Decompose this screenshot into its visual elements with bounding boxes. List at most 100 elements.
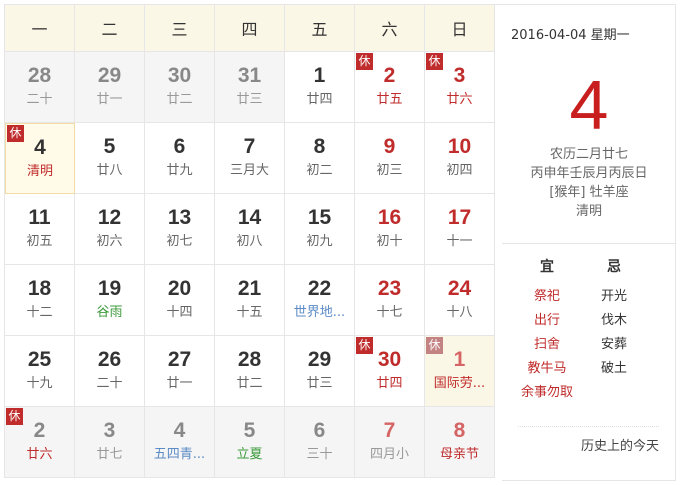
day-cell[interactable]: 21 十五 bbox=[215, 265, 285, 336]
ji-item: 破土 bbox=[600, 361, 627, 376]
day-cell[interactable]: 13 初七 bbox=[145, 194, 215, 265]
history-today-link[interactable]: 历史上的今天 bbox=[518, 426, 659, 454]
day-cell[interactable]: 休 4 清明 bbox=[5, 123, 75, 194]
lunar-label: 廿七 bbox=[96, 447, 123, 462]
yi-item: 出行 bbox=[533, 313, 560, 328]
lunar-label: 世界地... bbox=[293, 305, 346, 320]
lunar-label: 初三 bbox=[376, 163, 403, 178]
day-cell[interactable]: 8 母亲节 bbox=[425, 407, 495, 478]
selected-day-number: 4 bbox=[569, 66, 609, 144]
day-number: 9 bbox=[383, 135, 396, 158]
day-cell[interactable]: 14 初八 bbox=[215, 194, 285, 265]
lunar-label: 十八 bbox=[446, 305, 473, 320]
day-cell[interactable]: 18 十二 bbox=[5, 265, 75, 336]
day-cell[interactable]: 17 十一 bbox=[425, 194, 495, 265]
day-cell[interactable]: 3 廿七 bbox=[75, 407, 145, 478]
lunar-label: 十一 bbox=[446, 234, 473, 249]
day-number: 28 bbox=[27, 64, 52, 87]
yi-item: 扫舍 bbox=[533, 337, 560, 352]
day-cell[interactable]: 5 立夏 bbox=[215, 407, 285, 478]
day-number: 27 bbox=[167, 348, 192, 371]
lunar-info: 农历二月廿七 丙申年壬辰月丙辰日 [猴年] 牡羊座 清明 bbox=[502, 145, 676, 221]
day-cell[interactable]: 28 二十 bbox=[5, 52, 75, 123]
zodiac-info: [猴年] 牡羊座 bbox=[549, 185, 629, 200]
day-number: 29 bbox=[307, 348, 332, 371]
lunar-label: 廿五 bbox=[376, 92, 403, 107]
day-cell[interactable]: 1 廿四 bbox=[285, 52, 355, 123]
day-cell[interactable]: 5 廿八 bbox=[75, 123, 145, 194]
day-cell[interactable]: 29 廿一 bbox=[75, 52, 145, 123]
ji-list: 忌 开光 伐木 安葬 破土 bbox=[586, 255, 642, 381]
rest-day-badge: 休 bbox=[356, 337, 373, 354]
day-number: 21 bbox=[237, 277, 262, 300]
day-number: 19 bbox=[97, 277, 122, 300]
day-cell[interactable]: 7 四月小 bbox=[355, 407, 425, 478]
yi-item: 祭祀 bbox=[533, 289, 560, 304]
lunar-label: 十四 bbox=[166, 305, 193, 320]
day-cell[interactable]: 8 初二 bbox=[285, 123, 355, 194]
day-number: 26 bbox=[97, 348, 122, 371]
lunar-label: 四月小 bbox=[369, 447, 409, 462]
day-cell[interactable]: 15 初九 bbox=[285, 194, 355, 265]
lunar-label: 三月大 bbox=[229, 163, 269, 178]
weekday-label: 二 bbox=[75, 5, 145, 52]
day-detail-panel: 2016-04-04 星期一 4 农历二月廿七 丙申年壬辰月丙辰日 [猴年] 牡… bbox=[502, 4, 676, 481]
day-cell[interactable]: 24 十八 bbox=[425, 265, 495, 336]
day-cell[interactable]: 6 廿九 bbox=[145, 123, 215, 194]
day-cell[interactable]: 19 谷雨 bbox=[75, 265, 145, 336]
day-cell[interactable]: 4 五四青... bbox=[145, 407, 215, 478]
day-cell[interactable]: 30 廿二 bbox=[145, 52, 215, 123]
ji-item: 开光 bbox=[600, 289, 627, 304]
day-cell[interactable]: 11 初五 bbox=[5, 194, 75, 265]
day-cell[interactable]: 25 十九 bbox=[5, 336, 75, 407]
day-cell[interactable]: 29 廿三 bbox=[285, 336, 355, 407]
lunar-label: 清明 bbox=[26, 164, 53, 179]
weekday-label: 四 bbox=[215, 5, 285, 52]
day-cell[interactable]: 12 初六 bbox=[75, 194, 145, 265]
day-number: 22 bbox=[307, 277, 332, 300]
day-number: 1 bbox=[313, 64, 326, 87]
lunar-label: 廿六 bbox=[26, 447, 53, 462]
lunar-label: 十五 bbox=[236, 305, 263, 320]
day-number: 23 bbox=[377, 277, 402, 300]
day-number: 29 bbox=[97, 64, 122, 87]
day-cell[interactable]: 10 初四 bbox=[425, 123, 495, 194]
lunar-label: 十二 bbox=[26, 305, 53, 320]
weekday-label: 一 bbox=[5, 5, 75, 52]
rest-day-badge: 休 bbox=[6, 408, 23, 425]
lunar-label: 谷雨 bbox=[96, 305, 123, 320]
lunar-label: 国际劳... bbox=[433, 376, 486, 391]
day-number: 18 bbox=[27, 277, 52, 300]
day-cell[interactable]: 20 十四 bbox=[145, 265, 215, 336]
lunar-label: 初四 bbox=[446, 163, 473, 178]
day-cell[interactable]: 27 廿一 bbox=[145, 336, 215, 407]
day-number: 13 bbox=[167, 206, 192, 229]
day-cell[interactable]: 28 廿二 bbox=[215, 336, 285, 407]
day-cell[interactable]: 6 三十 bbox=[285, 407, 355, 478]
lunar-label: 廿九 bbox=[166, 163, 193, 178]
solar-term: 清明 bbox=[575, 204, 602, 219]
day-cell[interactable]: 16 初十 bbox=[355, 194, 425, 265]
day-cell[interactable]: 31 廿三 bbox=[215, 52, 285, 123]
day-cell[interactable]: 23 十七 bbox=[355, 265, 425, 336]
weekday-label: 五 bbox=[285, 5, 355, 52]
day-number: 16 bbox=[377, 206, 402, 229]
day-cell[interactable]: 9 初三 bbox=[355, 123, 425, 194]
day-cell[interactable]: 休 1 国际劳... bbox=[425, 336, 495, 407]
day-number: 31 bbox=[237, 64, 262, 87]
day-number: 8 bbox=[453, 419, 466, 442]
day-cell[interactable]: 休 2 廿五 bbox=[355, 52, 425, 123]
lunar-label: 十七 bbox=[376, 305, 403, 320]
day-cell[interactable]: 7 三月大 bbox=[215, 123, 285, 194]
calendar-grid: 一二三四五六日 28 二十 29 廿一 30 廿二 31 廿三 1 廿四休 2 廿五休 3 廿六休 4 清明 5… bbox=[4, 4, 503, 478]
day-cell[interactable]: 休 2 廿六 bbox=[5, 407, 75, 478]
day-cell[interactable]: 休 3 廿六 bbox=[425, 52, 495, 123]
day-cell[interactable]: 26 二十 bbox=[75, 336, 145, 407]
lunar-label: 初九 bbox=[306, 234, 333, 249]
day-number: 17 bbox=[447, 206, 472, 229]
rest-day-badge: 休 bbox=[7, 125, 24, 142]
rest-day-badge: 休 bbox=[356, 53, 373, 70]
day-cell[interactable]: 22 世界地... bbox=[285, 265, 355, 336]
lunar-label: 廿四 bbox=[306, 92, 333, 107]
day-cell[interactable]: 休 30 廿四 bbox=[355, 336, 425, 407]
